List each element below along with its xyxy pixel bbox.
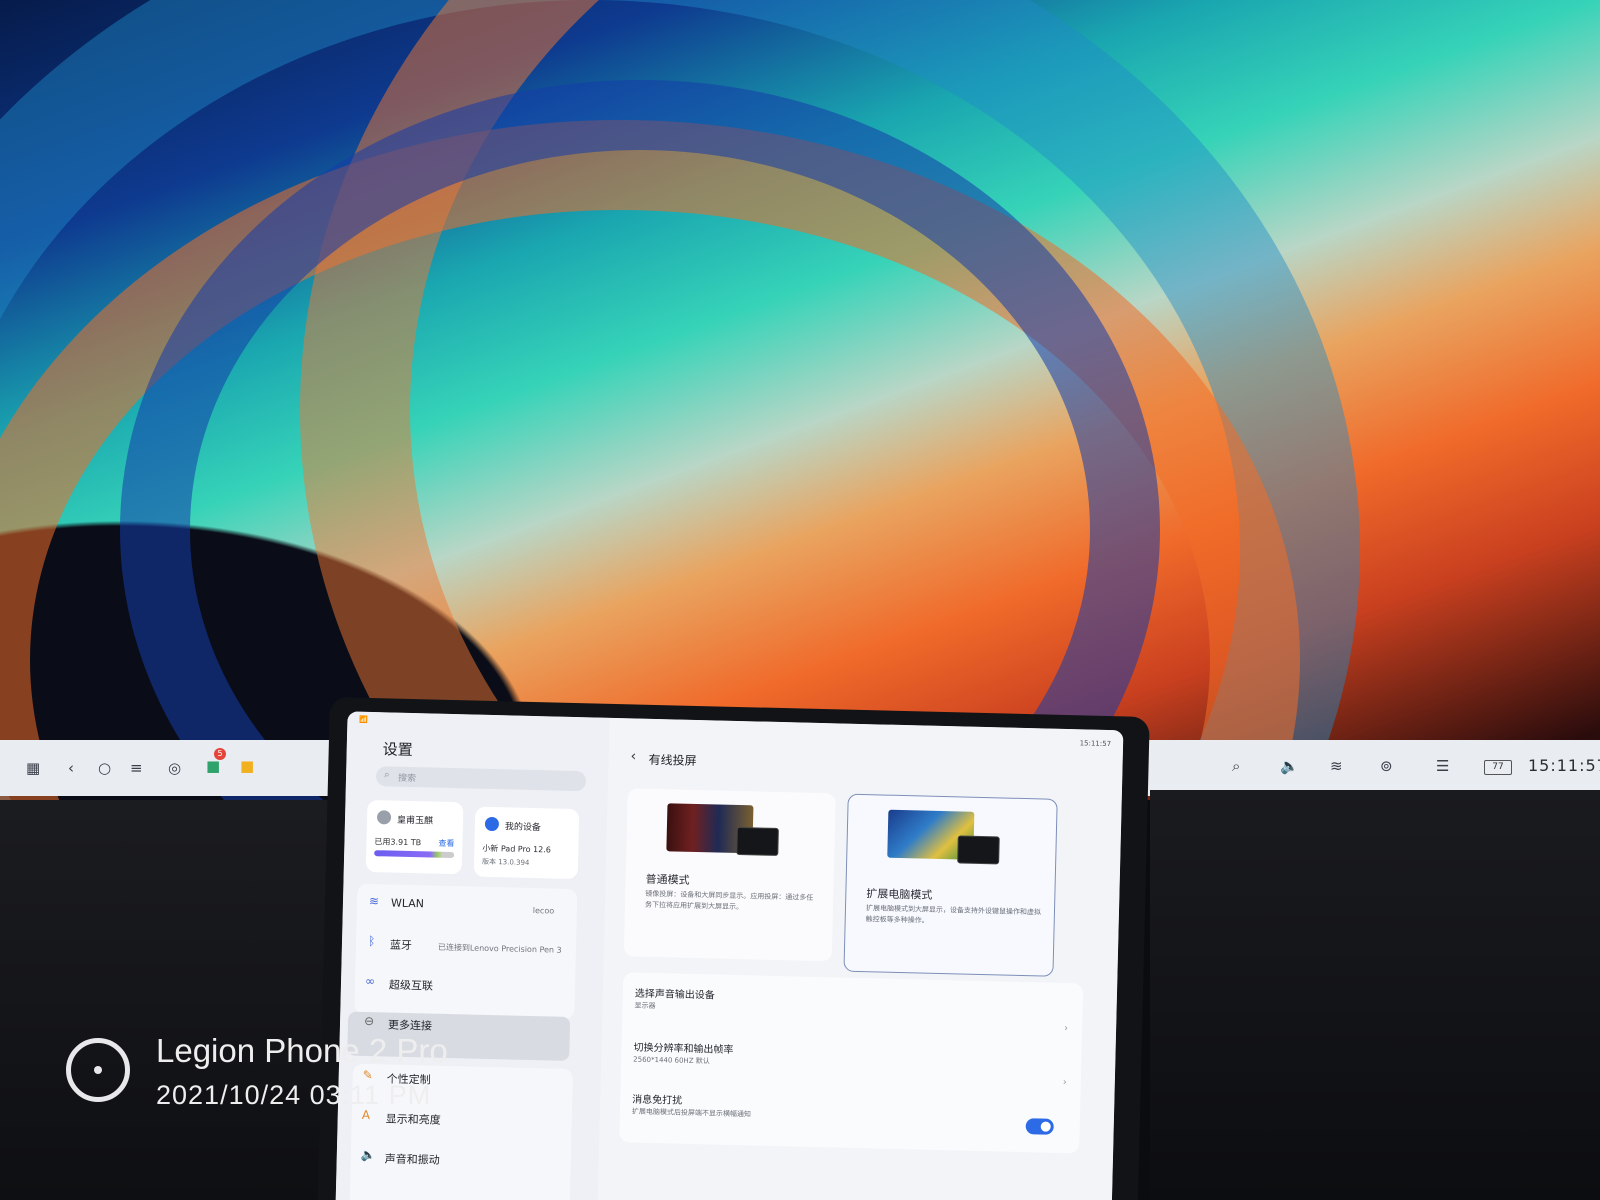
start-menu-icon[interactable]: ▦: [26, 758, 40, 778]
page-title: 有线投屏: [648, 752, 697, 768]
row-subtitle: 扩展电脑模式后投屏端不显示横幅通知: [631, 1107, 752, 1119]
view-storage-link[interactable]: 查看: [438, 838, 454, 849]
account-card[interactable]: 皇甫玉麒 已用3.91 TB 查看: [365, 799, 464, 875]
phone-illustration: [736, 826, 779, 856]
mode-description: 扩展电脑模式到大屏显示，设备支持外设键鼠操作和虚拟触控板等多种操作。: [865, 904, 1042, 925]
settings-list-card: 选择声音输出设备 显示器 › 切换分辨率和输出帧率 2560*1440 60HZ…: [619, 972, 1084, 1154]
external-monitor: ▦ ‹ ○ ≡ ◎ ■ 5 ■ ⌕ 🔈 ≋ ⊚ ☰ 77 15:11:57: [0, 0, 1600, 800]
sidebar-item-display[interactable]: A 显示和亮度: [348, 711, 610, 1127]
navigation-icon[interactable]: ⊚: [1380, 756, 1393, 776]
more-connections-icon: ⊖: [363, 1013, 375, 1029]
home-nav-icon[interactable]: ○: [98, 758, 111, 778]
sidebar-item-sound[interactable]: 🔈 声音和振动: [348, 711, 610, 1167]
mode-title: 普通模式: [645, 872, 690, 887]
search-icon: ⌕: [383, 769, 390, 781]
mode-title: 扩展电脑模式: [866, 887, 933, 902]
row-subtitle: 显示器: [634, 1001, 656, 1011]
volume-icon[interactable]: 🔈: [1280, 756, 1299, 776]
phone-illustration: [957, 835, 1000, 865]
sidebar-item-value: lecoo: [532, 906, 555, 916]
sidebar-item-label: 蓝牙: [389, 938, 413, 953]
sidebar-item-bluetooth[interactable]: ᛒ 蓝牙 已连接到Lenovo Precision Pen 3: [348, 711, 610, 955]
mode-card-extended[interactable]: 扩展电脑模式 扩展电脑模式到大屏显示，设备支持外设键鼠操作和虚拟触控板等多种操作…: [843, 793, 1058, 977]
taskbar-clock: 15:11:57: [1528, 756, 1600, 775]
sound-icon: 🔈: [360, 1147, 376, 1163]
sidebar-item-label: 超级互联: [388, 978, 434, 993]
sidebar-item-personalize[interactable]: ✎ 个性定制: [348, 711, 610, 1087]
folder-icon[interactable]: ■: [240, 756, 254, 776]
notes-icon[interactable]: ☰: [1436, 756, 1449, 776]
search-icon[interactable]: ⌕: [1232, 756, 1240, 776]
chevron-right-icon: ›: [1063, 1023, 1069, 1035]
watermark-device: Legion Phone 2 Pro: [156, 1032, 448, 1069]
sidebar-item-wlan[interactable]: ≋ WLAN lecoo: [348, 711, 610, 916]
battery-indicator: 77: [1484, 760, 1512, 775]
mode-card-normal[interactable]: 普通模式 镜像投屏：设备和大屏同步显示。应用投屏：通过多任务下拉将应用扩展到大屏…: [623, 788, 836, 962]
sidebar-item-label: 声音和振动: [384, 1152, 440, 1167]
back-icon[interactable]: ‹: [630, 748, 636, 764]
storage-used: 已用3.91 TB: [374, 837, 422, 848]
settings-search[interactable]: ⌕ 搜索: [375, 766, 587, 792]
my-device-label: 我的设备: [504, 822, 541, 834]
legion-logo-icon: [66, 1038, 130, 1102]
search-placeholder: 搜索: [397, 773, 417, 785]
account-name: 皇甫玉麒: [396, 815, 434, 827]
device-name: 小新 Pad Pro 12.6: [482, 843, 552, 855]
settings-title: 设置: [382, 740, 413, 760]
avatar: [376, 810, 392, 825]
desk-area-left: [0, 800, 330, 1200]
back-nav-icon[interactable]: ‹: [68, 758, 74, 778]
desk-area-right: [1150, 790, 1600, 1200]
watermark-datetime: 2021/10/24 03:11 PM: [156, 1080, 432, 1110]
storage-bar: [374, 850, 455, 859]
status-signal-icon: 📶: [359, 715, 369, 724]
notification-badge: 5: [214, 748, 226, 760]
bluetooth-icon: ᛒ: [367, 934, 376, 949]
device-version: 版本 13.0.394: [481, 857, 530, 867]
tablet-device: 📶 设置 ⌕ 搜索 皇甫玉麒 已用3.91 TB 查看 我的设备 小新 Pad …: [317, 697, 1150, 1200]
row-subtitle: 2560*1440 60HZ 默认: [633, 1055, 710, 1066]
sidebar-item-super-link[interactable]: ∞ 超级互联: [348, 711, 610, 993]
row-title: 选择声音输出设备: [634, 988, 715, 1002]
recent-apps-icon[interactable]: ≡: [130, 758, 143, 778]
chevron-right-icon: ›: [1062, 1077, 1067, 1089]
row-title: 消息免打扰: [632, 1094, 683, 1107]
sidebar-item-more-connections[interactable]: ⊖ 更多连接: [348, 711, 610, 1033]
row-title: 切换分辨率和输出帧率: [633, 1042, 734, 1056]
tablet-screen: 📶 设置 ⌕ 搜索 皇甫玉麒 已用3.91 TB 查看 我的设备 小新 Pad …: [335, 711, 1124, 1200]
device-icon: [484, 816, 500, 832]
sidebar-item-label: 显示和亮度: [385, 1112, 441, 1127]
wired-projection-panel: 15:11:57 ‹ 有线投屏 普通模式 镜像投屏：设备和大屏同步显示。应用投屏…: [597, 717, 1124, 1200]
app-circle-icon[interactable]: ◎: [168, 758, 181, 778]
status-time: 15:11:57: [1079, 739, 1112, 749]
photo-scene: ▦ ‹ ○ ≡ ◎ ■ 5 ■ ⌕ 🔈 ≋ ⊚ ☰ 77 15:11:57 📶 …: [0, 0, 1600, 1200]
sidebar-item-label: WLAN: [390, 896, 425, 911]
dnd-toggle[interactable]: [1025, 1118, 1054, 1135]
wifi-icon: ≋: [368, 894, 380, 909]
link-icon: ∞: [364, 973, 376, 989]
settings-sidebar: 📶 设置 ⌕ 搜索 皇甫玉麒 已用3.91 TB 查看 我的设备 小新 Pad …: [335, 711, 610, 1200]
wifi-icon[interactable]: ≋: [1330, 756, 1343, 776]
mode-description: 镜像投屏：设备和大屏同步显示。应用投屏：通过多任务下拉将应用扩展到大屏显示。: [644, 889, 814, 912]
my-device-card[interactable]: 我的设备 小新 Pad Pro 12.6 版本 13.0.394: [473, 806, 580, 880]
